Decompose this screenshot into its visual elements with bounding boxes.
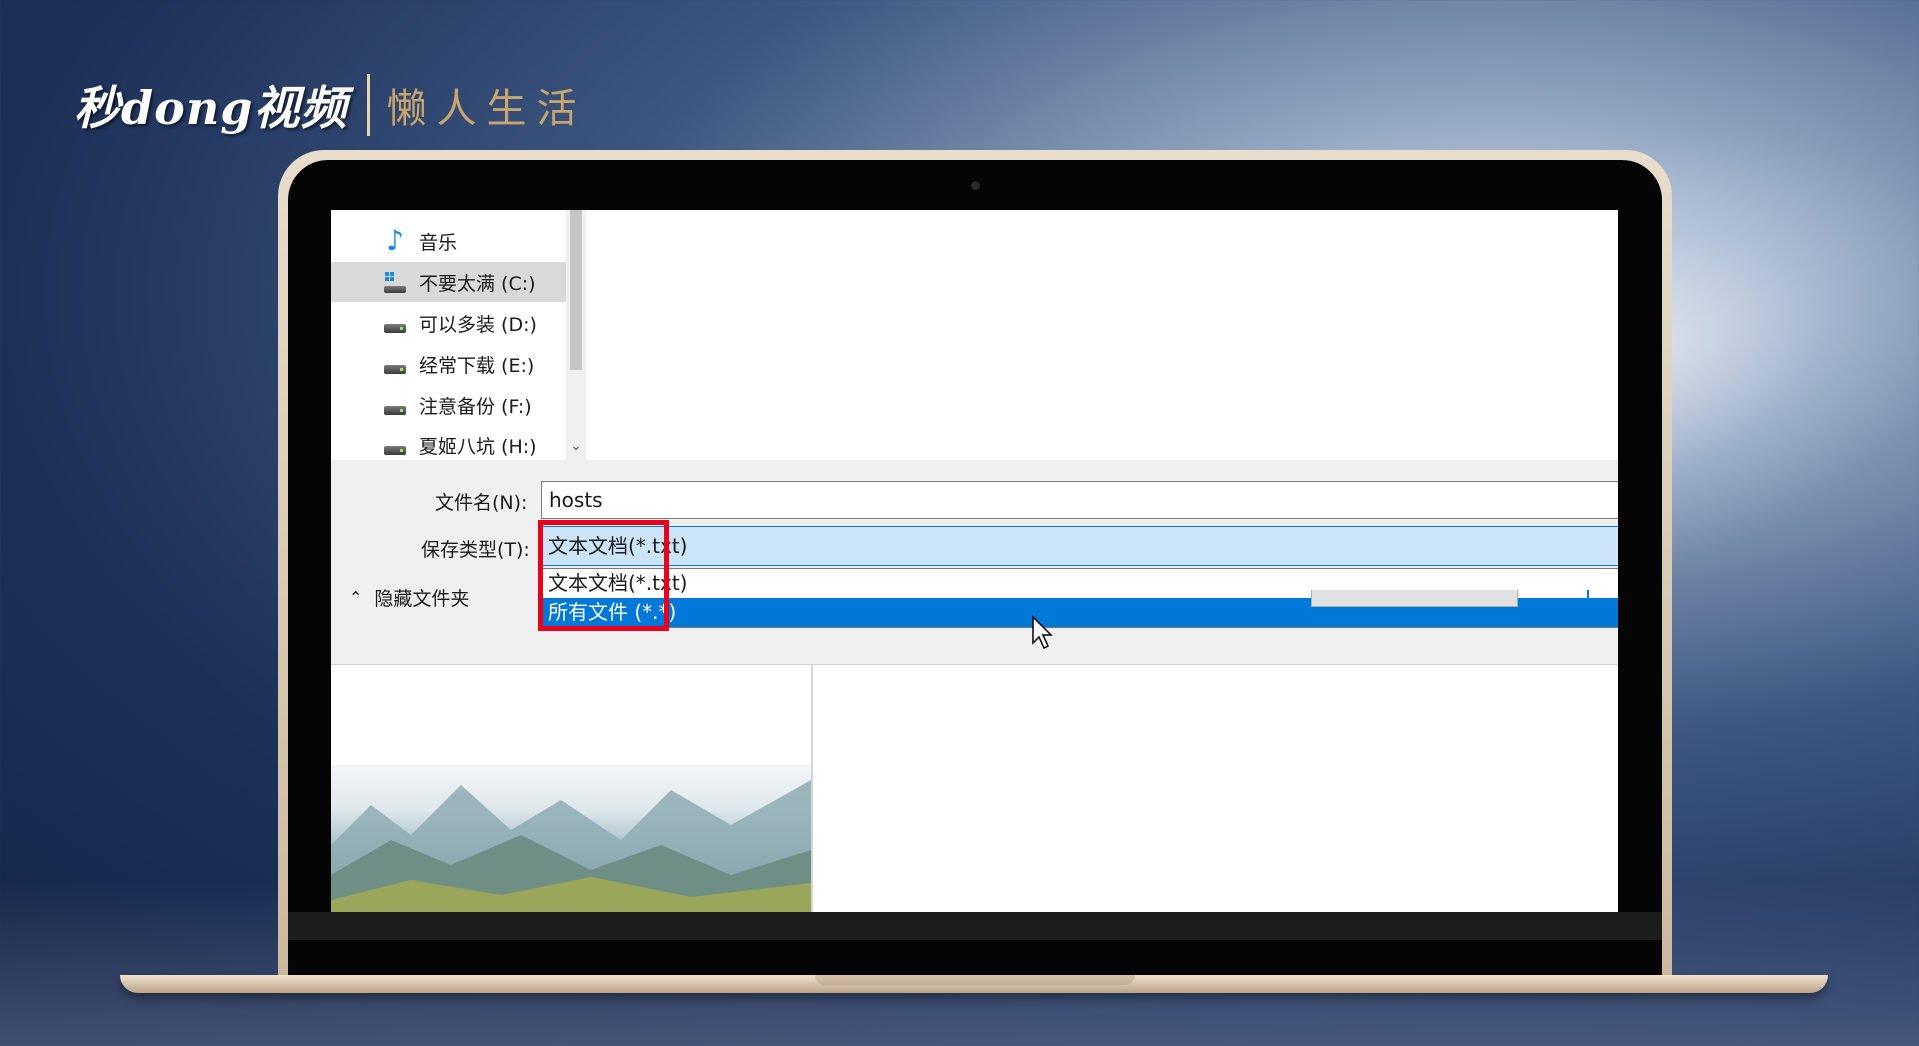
chevron-up-icon: ⌃ <box>349 588 363 607</box>
hide-folders-toggle[interactable]: ⌃ 隐藏文件夹 <box>349 584 469 611</box>
nav-item-drive-c[interactable]: 不要太满 (C:) <box>331 262 566 302</box>
wallpaper-landscape-image <box>331 765 811 912</box>
folder-icon <box>383 210 407 220</box>
chevron-down-icon[interactable]: ⌄ <box>566 436 586 456</box>
cancel-button[interactable] <box>1587 590 1618 608</box>
save-type-label: 保存类型(T): <box>421 539 530 561</box>
laptop-notch <box>815 975 1135 985</box>
drive-icon <box>383 393 407 417</box>
nav-item-label: 可以多装 (D:) <box>419 313 537 336</box>
webcam <box>971 181 980 190</box>
filename-input[interactable]: hosts <box>541 481 1618 519</box>
watermark-logo: 秒dong视频 懒人生活 <box>74 70 586 140</box>
save-button[interactable] <box>1311 590 1518 607</box>
hide-folders-label: 隐藏文件夹 <box>374 588 470 610</box>
music-note-icon: ♪ <box>386 224 404 257</box>
drive-icon <box>383 433 407 457</box>
drive-icon <box>383 352 407 376</box>
logo-divider <box>367 74 371 136</box>
laptop-chin <box>288 912 1662 940</box>
nav-item-music[interactable]: ♪ 音乐 <box>331 221 566 261</box>
filename-label: 文件名(N): <box>435 492 528 514</box>
nav-item-label: 夏姬八坑 (H:) <box>419 435 537 458</box>
nav-item-drive-d[interactable]: 可以多装 (D:) <box>331 303 566 343</box>
navigation-pane: ♪ 音乐 不要太满 (C:) 可以多装 (D:) 经常下载 (E:) 注意备份 … <box>331 210 586 460</box>
nav-item-label: 注意备份 (F:) <box>419 395 532 418</box>
save-type-select[interactable]: 文本文档(*.txt) <box>541 526 1618 566</box>
mouse-cursor-icon <box>1032 615 1053 650</box>
logo-main-text: 秒dong视频 <box>74 81 348 135</box>
nav-item-drive-h[interactable]: 夏姬八坑 (H:) <box>331 425 566 465</box>
mountain-illustration <box>331 780 811 912</box>
nav-item-label: 不要太满 (C:) <box>419 272 536 295</box>
laptop-screen: ♪ 音乐 不要太满 (C:) 可以多装 (D:) 经常下载 (E:) 注意备份 … <box>331 210 1618 912</box>
nav-scrollbar[interactable]: ⌄ <box>566 210 586 460</box>
nav-item-label: 经常下载 (E:) <box>419 354 535 377</box>
drive-icon <box>383 311 407 335</box>
windows-drive-icon <box>383 270 407 294</box>
nav-item-drive-e[interactable]: 经常下载 (E:) <box>331 344 566 384</box>
nav-item-label: 音乐 <box>419 231 458 254</box>
nav-item-drive-f[interactable]: 注意备份 (F:) <box>331 385 566 425</box>
logo-sub-text: 懒人生活 <box>386 86 587 132</box>
annotation-highlight-box <box>538 520 669 631</box>
scrollbar-thumb[interactable] <box>570 210 582 370</box>
save-options-panel: 文件名(N): hosts 保存类型(T): 文本文档(*.txt) 文本文档(… <box>331 460 1618 665</box>
